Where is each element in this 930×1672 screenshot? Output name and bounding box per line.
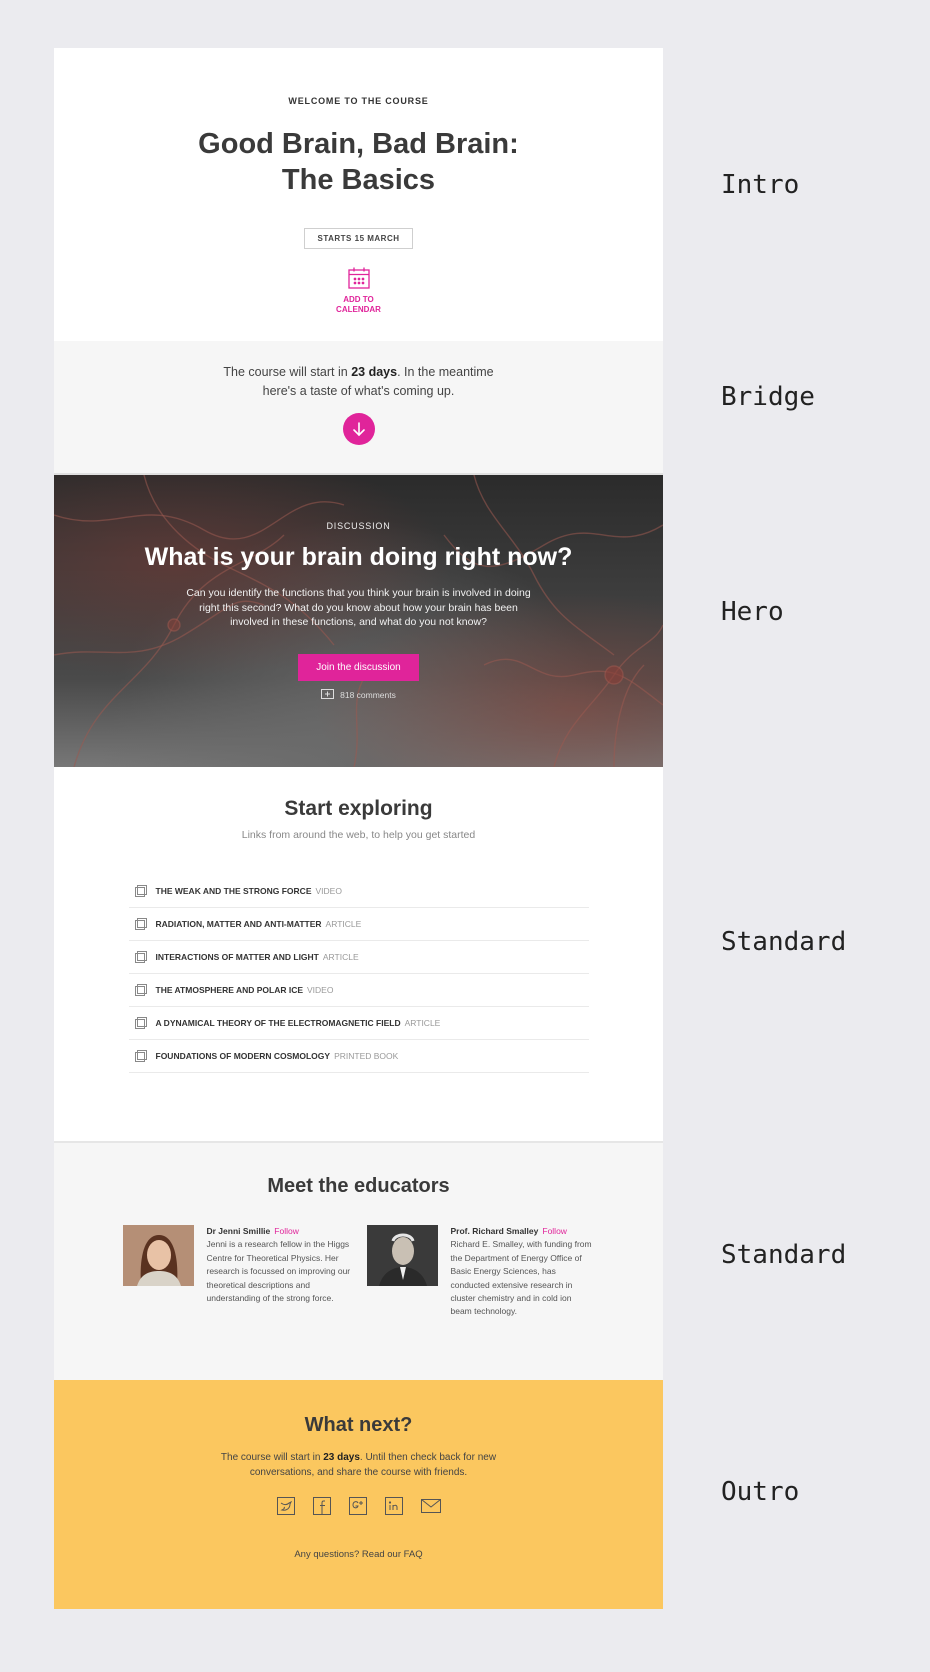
add-to-calendar-line2[interactable]: CALENDAR xyxy=(54,305,663,315)
resource-link-title[interactable]: FOUNDATIONS OF MODERN COSMOLOGY xyxy=(156,1051,331,1061)
outro-section: What next? The course will start in 23 d… xyxy=(54,1380,663,1609)
external-link-icon xyxy=(134,885,147,897)
facebook-icon[interactable] xyxy=(312,1497,331,1515)
google-plus-icon[interactable] xyxy=(348,1497,367,1515)
resource-link[interactable]: THE ATMOSPHERE AND POLAR ICE VIDEO xyxy=(128,974,589,1007)
start-date-badge: STARTS 15 MARCH xyxy=(304,228,413,249)
intro-section: WELCOME TO THE COURSE Good Brain, Bad Br… xyxy=(54,48,663,341)
comments-count-label: 818 comments xyxy=(340,689,396,700)
resource-link-kind: VIDEO xyxy=(307,985,334,995)
bridge-text: The course will start in 23 days. In the… xyxy=(209,363,509,401)
educator-name[interactable]: Dr Jenni Smillie xyxy=(207,1226,271,1236)
resource-link-title[interactable]: THE WEAK AND THE STRONG FORCE xyxy=(156,886,312,896)
explore-section: Start exploring Links from around the we… xyxy=(54,767,663,1143)
educators-title: Meet the educators xyxy=(267,1175,450,1197)
educator-card: Dr Jenni Smillie Follow Jenni is a resear… xyxy=(122,1225,351,1319)
course-title-line2: The Basics xyxy=(281,164,436,196)
outro-title: What next? xyxy=(304,1414,413,1436)
linkedin-icon[interactable] xyxy=(384,1497,403,1515)
section-label-bridge: Bridge xyxy=(721,382,815,412)
resource-link-title[interactable]: RADIATION, MATTER AND ANTI-MATTER xyxy=(156,919,322,929)
resource-link[interactable]: THE WEAK AND THE STRONG FORCE VIDEO xyxy=(128,875,589,908)
email-icon[interactable] xyxy=(420,1497,441,1515)
outro-days: 23 days xyxy=(323,1452,360,1463)
avatar xyxy=(123,1225,194,1286)
comments-count[interactable]: 818 comments xyxy=(54,688,663,701)
external-link-icon xyxy=(134,1017,147,1029)
twitter-icon[interactable] xyxy=(276,1497,295,1515)
educator-info: Prof. Richard Smalley Follow Richard E. S… xyxy=(451,1225,595,1319)
add-to-calendar-link[interactable]: ADD TO CALENDAR xyxy=(54,295,663,315)
educator-card: Prof. Richard Smalley Follow Richard E. S… xyxy=(366,1225,595,1319)
educator-bio: Richard E. Smalley, with funding from th… xyxy=(450,1239,592,1317)
external-link-icon xyxy=(134,984,147,996)
resource-link[interactable]: A DYNAMICAL THEORY OF THE ELECTROMAGNETI… xyxy=(128,1007,589,1040)
email-preview: WELCOME TO THE COURSE Good Brain, Bad Br… xyxy=(54,48,663,1609)
follow-link[interactable]: Follow xyxy=(274,1226,299,1236)
scroll-down-button[interactable] xyxy=(342,413,375,445)
discussion-eyebrow: DISCUSSION xyxy=(326,521,391,531)
welcome-eyebrow: WELCOME TO THE COURSE xyxy=(288,96,429,106)
section-label-standard: Standard xyxy=(721,1240,847,1270)
resource-link-title[interactable]: A DYNAMICAL THEORY OF THE ELECTROMAGNETI… xyxy=(156,1018,401,1028)
bridge-section: The course will start in 23 days. In the… xyxy=(54,341,663,475)
hero-title: What is your brain doing right now? xyxy=(144,543,573,571)
follow-link[interactable]: Follow xyxy=(542,1226,567,1236)
resource-link[interactable]: RADIATION, MATTER AND ANTI-MATTER ARTICLE xyxy=(128,908,589,941)
educators-section: Meet the educators Dr Jenni Smillie Follo… xyxy=(54,1143,663,1380)
educator-info: Dr Jenni Smillie Follow Jenni is a resear… xyxy=(207,1225,351,1319)
section-label-hero: Hero xyxy=(721,597,784,627)
add-to-calendar-line1[interactable]: ADD TO xyxy=(54,295,663,305)
resource-link-kind: ARTICLE xyxy=(322,952,359,962)
bridge-days: 23 days xyxy=(351,365,398,379)
hero-content: DISCUSSION What is your brain doing righ… xyxy=(54,521,663,701)
bridge-text-before: The course will start in xyxy=(223,365,352,379)
resource-link[interactable]: FOUNDATIONS OF MODERN COSMOLOGY PRINTED B… xyxy=(128,1040,589,1073)
hero-body: Can you identify the functions that you … xyxy=(186,587,531,628)
outro-text-before: The course will start in xyxy=(220,1452,324,1463)
external-link-icon xyxy=(134,951,147,963)
outro-text: The course will start in 23 days. Until … xyxy=(214,1451,504,1480)
course-title: Good Brain, Bad Brain: The Basics xyxy=(179,126,539,198)
educators-list: Dr Jenni Smillie Follow Jenni is a resear… xyxy=(54,1225,663,1319)
calendar-icon[interactable] xyxy=(347,266,371,290)
hero-section: DISCUSSION What is your brain doing righ… xyxy=(54,475,663,767)
section-label-outro: Outro xyxy=(721,1477,800,1507)
external-link-icon xyxy=(134,918,147,930)
section-label-standard: Standard xyxy=(721,927,847,957)
resource-link-kind: VIDEO xyxy=(315,886,342,896)
join-discussion-button[interactable]: Join the discussion xyxy=(298,653,419,681)
educator-name[interactable]: Prof. Richard Smalley xyxy=(451,1226,539,1236)
resource-link-title[interactable]: THE ATMOSPHERE AND POLAR ICE xyxy=(156,985,304,995)
avatar xyxy=(367,1225,438,1286)
arrow-down-icon xyxy=(352,422,365,437)
resource-link-kind: PRINTED BOOK xyxy=(334,1051,399,1061)
course-title-line1: Good Brain, Bad Brain: xyxy=(198,128,519,160)
resource-link[interactable]: INTERACTIONS OF MATTER AND LIGHT ARTICLE xyxy=(128,941,589,974)
resource-link-title[interactable]: INTERACTIONS OF MATTER AND LIGHT xyxy=(156,952,319,962)
explore-subtitle: Links from around the web, to help you g… xyxy=(241,829,476,841)
explore-title: Start exploring xyxy=(284,797,433,820)
resource-link-kind: ARTICLE xyxy=(404,1018,441,1028)
section-label-intro: Intro xyxy=(721,170,800,200)
comment-icon xyxy=(321,688,335,699)
resource-link-kind: ARTICLE xyxy=(325,919,362,929)
resource-links: THE WEAK AND THE STRONG FORCE VIDEO RADIA… xyxy=(128,875,589,1073)
faq-link[interactable]: Any questions? Read our FAQ xyxy=(54,1549,663,1560)
educator-bio: Jenni is a research fellow in the Higgs … xyxy=(206,1239,351,1304)
external-link-icon xyxy=(134,1050,147,1062)
social-share-icons xyxy=(54,1497,663,1515)
